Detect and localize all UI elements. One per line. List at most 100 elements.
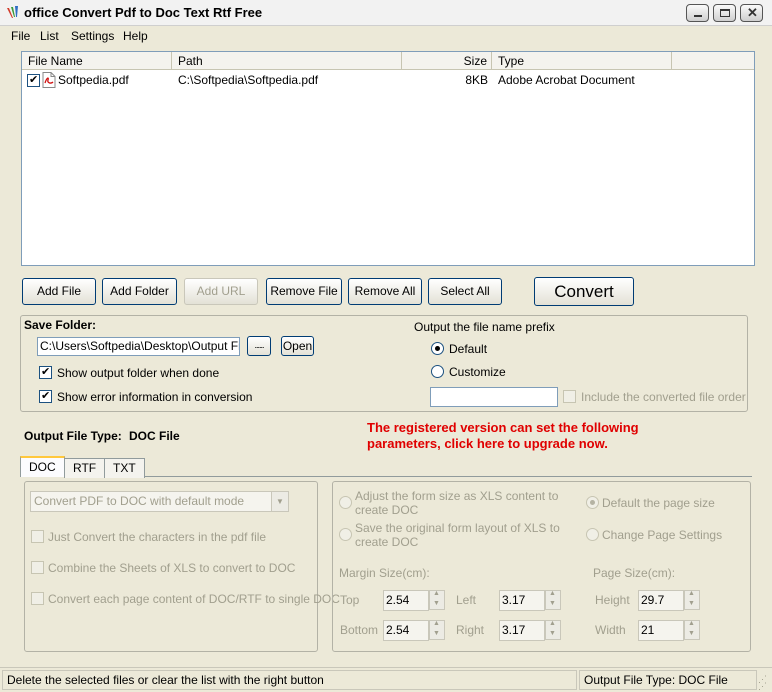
page-height-input[interactable]: 29.7 — [638, 590, 684, 611]
page-size-label: Page Size(cm): — [593, 566, 676, 580]
show-error-checkbox[interactable] — [39, 389, 52, 403]
page-height-stepper[interactable] — [684, 590, 700, 610]
save-folder-input[interactable]: C:\Users\Softpedia\Desktop\Output Files — [37, 337, 240, 356]
default-page-radio[interactable] — [586, 496, 599, 509]
row-path: C:\Softpedia\Softpedia.pdf — [178, 73, 319, 87]
select-all-button[interactable]: Select All — [428, 278, 502, 305]
margin-right-stepper[interactable] — [545, 620, 561, 640]
column-header-filler — [672, 52, 754, 70]
row-file-name: Softpedia.pdf — [58, 73, 129, 87]
just-convert-label: Just Convert the characters in the pdf f… — [48, 530, 267, 544]
margin-right-input[interactable]: 3.17 — [499, 620, 545, 641]
margin-size-label: Margin Size(cm): — [339, 566, 430, 580]
page-height-label: Height — [595, 593, 630, 607]
doc-mode-value: Convert PDF to DOC with default mode — [34, 494, 245, 508]
margin-left-label: Left — [456, 593, 477, 607]
tab-doc[interactable]: DOC — [20, 456, 65, 477]
single-doc-checkbox[interactable] — [31, 592, 44, 605]
margin-bottom-input[interactable]: 2.54 — [383, 620, 429, 641]
prefix-default-label: Default — [449, 342, 488, 356]
table-row[interactable]: Softpedia.pdf C:\Softpedia\Softpedia.pdf… — [22, 71, 754, 89]
prefix-label: Output the file name prefix — [414, 320, 555, 334]
app-logo-icon — [5, 5, 21, 21]
column-header-type[interactable]: Type — [492, 52, 672, 70]
margin-bottom-label: Bottom — [340, 623, 379, 637]
page-width-label: Width — [595, 623, 626, 637]
close-button[interactable]: ✕ — [740, 4, 763, 22]
margin-right-label: Right — [456, 623, 485, 637]
minimize-button[interactable] — [686, 4, 709, 22]
status-output-type: Output File Type: DOC File — [579, 670, 757, 690]
resize-grip-icon[interactable]: ⋰ ⋰ — [758, 675, 770, 691]
prefix-input[interactable] — [430, 387, 558, 407]
upgrade-line-1: The registered version can set the follo… — [367, 420, 639, 435]
save-layout-label: Save the original form layout of XLS to … — [355, 521, 560, 549]
menu-bar: File List Settings Help — [0, 26, 772, 46]
convert-button[interactable]: Convert — [534, 277, 634, 306]
margin-top-input[interactable]: 2.54 — [383, 590, 429, 611]
chevron-down-icon: ▼ — [271, 492, 288, 511]
prefix-default-radio[interactable] — [431, 342, 444, 355]
tab-txt[interactable]: TXT — [104, 458, 145, 478]
adjust-form-line-2: create DOC — [355, 503, 419, 517]
margin-top-label: Top — [340, 593, 360, 607]
remove-all-button[interactable]: Remove All — [348, 278, 422, 305]
row-checkbox[interactable] — [27, 73, 40, 87]
adjust-form-line-1: Adjust the form size as XLS content to — [355, 489, 559, 503]
prefix-customize-label: Customize — [449, 365, 506, 379]
column-header-size-label: Size — [463, 54, 487, 68]
browse-dots: ...... — [254, 340, 264, 350]
row-type: Adobe Acrobat Document — [498, 73, 635, 87]
open-folder-button[interactable]: Open — [281, 336, 314, 356]
remove-file-button[interactable]: Remove File — [266, 278, 342, 305]
menu-help[interactable]: Help — [119, 26, 152, 46]
page-width-input[interactable]: 21 — [638, 620, 684, 641]
browse-folder-button[interactable]: ...... — [247, 336, 271, 356]
menu-file[interactable]: File — [7, 26, 34, 46]
close-icon: ✕ — [747, 5, 758, 20]
tab-rtf[interactable]: RTF — [64, 458, 106, 478]
output-type-value: DOC File — [129, 429, 180, 443]
margin-left-stepper[interactable] — [545, 590, 561, 610]
row-size: 8KB — [465, 73, 488, 87]
title-bar: office Convert Pdf to Doc Text Rtf Free … — [0, 0, 772, 26]
maximize-icon — [720, 9, 730, 17]
minimize-icon — [694, 15, 702, 17]
adjust-form-label: Adjust the form size as XLS content to c… — [355, 489, 558, 517]
show-output-label: Show output folder when done — [57, 366, 220, 380]
add-url-button[interactable]: Add URL — [184, 278, 258, 305]
menu-list[interactable]: List — [36, 26, 63, 46]
change-page-label: Change Page Settings — [602, 528, 723, 542]
save-folder-label: Save Folder: — [24, 318, 97, 332]
window-title: office Convert Pdf to Doc Text Rtf Free — [24, 5, 263, 20]
maximize-button[interactable] — [713, 4, 736, 22]
add-file-button[interactable]: Add File — [22, 278, 96, 305]
status-bar: Delete the selected files or clear the l… — [0, 667, 772, 692]
menu-settings[interactable]: Settings — [67, 26, 118, 46]
default-page-label: Default the page size — [602, 496, 715, 510]
show-output-checkbox[interactable] — [39, 365, 52, 379]
just-convert-checkbox[interactable] — [31, 530, 44, 543]
margin-top-stepper[interactable] — [429, 590, 445, 610]
column-header-path[interactable]: Path — [172, 52, 402, 70]
prefix-customize-radio[interactable] — [431, 365, 444, 378]
combine-sheets-checkbox[interactable] — [31, 561, 44, 574]
adjust-form-radio[interactable] — [339, 496, 352, 509]
doc-mode-select[interactable]: Convert PDF to DOC with default mode ▼ — [30, 491, 289, 512]
margin-left-input[interactable]: 3.17 — [499, 590, 545, 611]
save-layout-line-1: Save the original form layout of XLS to — [355, 521, 560, 535]
page-width-stepper[interactable] — [684, 620, 700, 640]
save-layout-radio[interactable] — [339, 528, 352, 541]
upgrade-link[interactable]: The registered version can set the follo… — [367, 420, 639, 452]
show-error-label: Show error information in conversion — [57, 390, 253, 404]
margin-bottom-stepper[interactable] — [429, 620, 445, 640]
upgrade-line-2: parameters, click here to upgrade now. — [367, 436, 608, 451]
change-page-radio[interactable] — [586, 528, 599, 541]
column-header-size[interactable]: Size — [402, 52, 492, 70]
include-order-checkbox[interactable] — [563, 390, 576, 403]
column-header-file-name[interactable]: File Name — [22, 52, 172, 70]
add-folder-button[interactable]: Add Folder — [102, 278, 177, 305]
combine-sheets-label: Combine the Sheets of XLS to convert to … — [48, 561, 296, 575]
file-list[interactable]: File Name Path Size Type Softpedia.pdf C… — [21, 51, 755, 266]
include-order-label: Include the converted file order — [581, 390, 746, 404]
